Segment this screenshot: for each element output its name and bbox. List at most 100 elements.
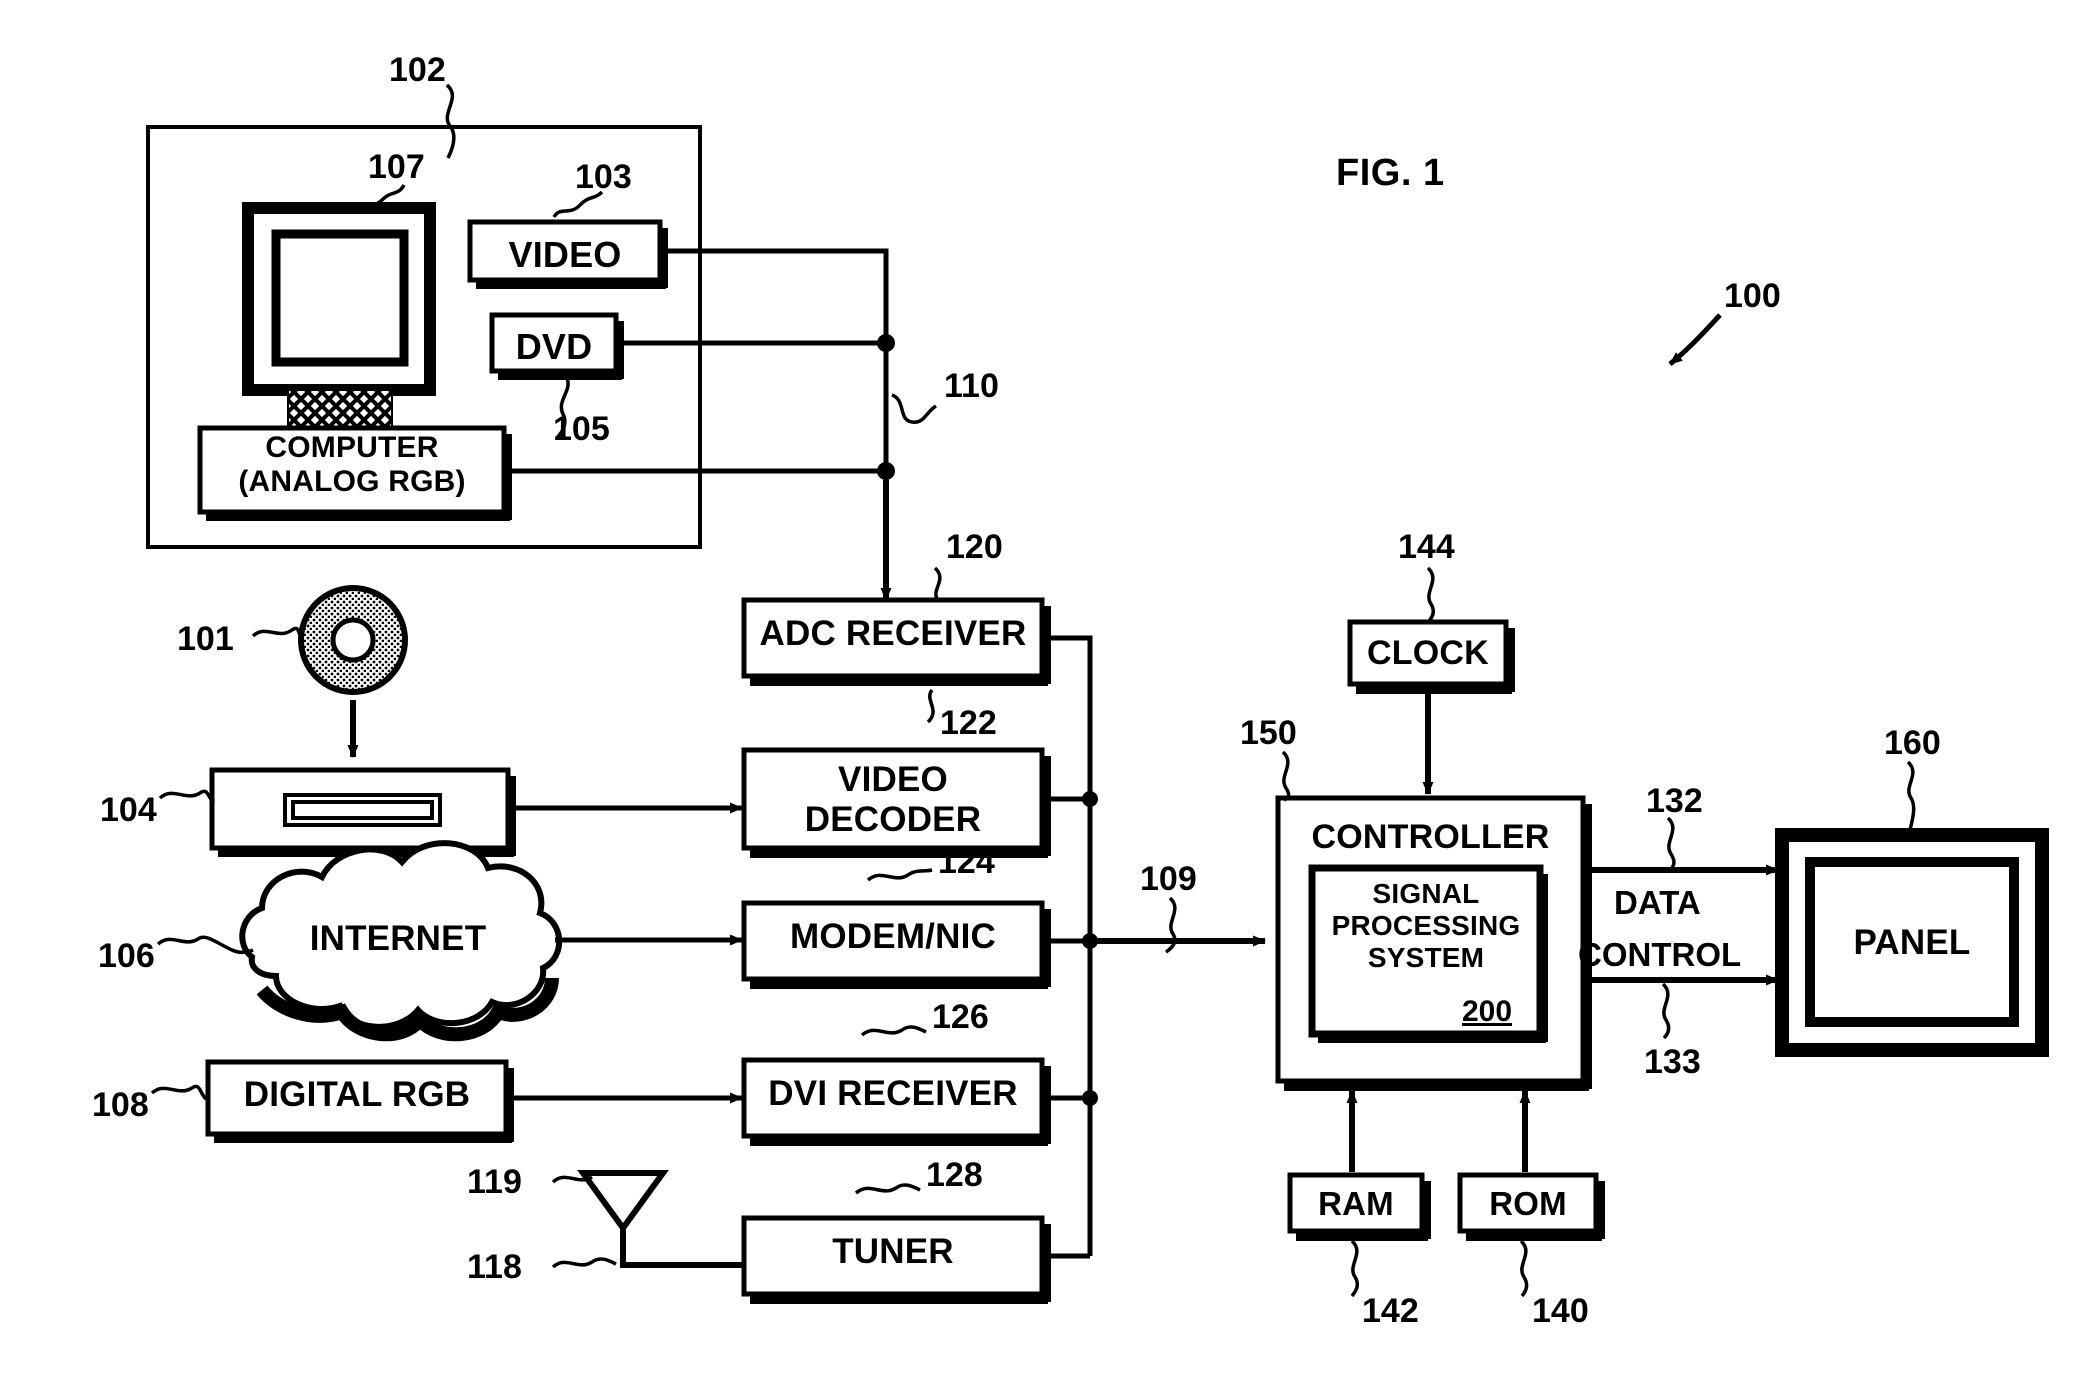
tuner-shadow — [750, 1294, 1048, 1304]
ram-shadow — [1296, 1231, 1428, 1241]
antenna-mast — [620, 1228, 742, 1268]
signal-processing-label: SIGNAL PROCESSING SYSTEM — [1331, 878, 1521, 973]
leader-128 — [854, 1183, 921, 1195]
ref-150: 150 — [1240, 714, 1297, 752]
control-line-label: CONTROL — [1578, 936, 1742, 973]
rom-shadow2 — [1596, 1181, 1605, 1239]
ref-122: 122 — [940, 704, 997, 742]
junction-dot-computer — [877, 462, 895, 480]
video-decoder-label: VIDEO DECODER — [804, 760, 982, 839]
rom-label: ROM — [1489, 1185, 1567, 1222]
ref-108: 108 — [92, 1086, 149, 1124]
dvd-box-shadow — [498, 371, 622, 380]
diagram-vector-layer — [146, 83, 2049, 1304]
ref-142: 142 — [1362, 1292, 1419, 1330]
panel-label: PANEL — [1853, 923, 1971, 962]
leader-110 — [891, 393, 938, 424]
computer-box-shadow — [206, 512, 510, 521]
controller-label: CONTROLLER — [1311, 818, 1550, 856]
leader-150 — [1281, 750, 1291, 802]
video-box-shadow — [476, 280, 666, 289]
ref-102: 102 — [389, 51, 446, 89]
digital-rgb-label: DIGITAL RGB — [243, 1075, 471, 1114]
tuner-shadow2 — [1042, 1224, 1051, 1302]
ref-126: 126 — [932, 998, 989, 1036]
ref-105: 105 — [553, 410, 610, 448]
ref-133: 133 — [1644, 1043, 1701, 1081]
ref-128: 128 — [926, 1156, 983, 1194]
vcr-slot-inner — [291, 800, 434, 820]
dvd-box-shadow2 — [616, 321, 624, 379]
clock-shadow2 — [1506, 628, 1515, 692]
leader-126 — [860, 1025, 927, 1037]
ref-144: 144 — [1398, 528, 1455, 566]
ref-132: 132 — [1646, 782, 1703, 820]
monitor-screen — [271, 229, 409, 367]
leader-106 — [156, 935, 254, 955]
adc-out — [1051, 635, 1093, 947]
ref-109: 109 — [1140, 860, 1197, 898]
dvi-out — [1051, 941, 1093, 1101]
modem-nic-label: MODEM/NIC — [790, 917, 996, 956]
leader-122 — [926, 688, 935, 724]
leader-108 — [150, 1084, 208, 1101]
patent-figure-1: FIG. 1 100 102 107 103 105 110 VIDEO DVD… — [0, 0, 2074, 1392]
ref-200: 200 — [1462, 995, 1513, 1028]
video-box-shadow2 — [660, 228, 668, 288]
ref-104: 104 — [100, 791, 157, 829]
rom-shadow — [1466, 1231, 1602, 1241]
video-block-label: VIDEO — [508, 234, 622, 275]
vcr-box-shadow2 — [508, 776, 516, 856]
leader-140 — [1519, 1239, 1529, 1298]
adc-receiver-shadow2 — [1042, 606, 1051, 684]
leader-144 — [1426, 566, 1436, 624]
leader-160 — [1906, 760, 1916, 831]
modem-nic-shadow2 — [1042, 909, 1051, 987]
adc-receiver-shadow — [750, 676, 1048, 686]
leader-133 — [1661, 982, 1671, 1040]
system-100-arrow — [1668, 313, 1722, 366]
clock-label: CLOCK — [1367, 634, 1489, 672]
ref-101: 101 — [177, 620, 234, 658]
video-decoder-shadow — [750, 848, 1048, 858]
ref-100: 100 — [1724, 277, 1781, 315]
dvi-receiver-label: DVI RECEIVER — [768, 1074, 1018, 1113]
ref-119: 119 — [467, 1163, 522, 1201]
signal-processing-shadow2 — [1540, 874, 1548, 1042]
clock-shadow — [1356, 684, 1512, 694]
ram-label: RAM — [1318, 1185, 1394, 1222]
adc-receiver-label: ADC RECEIVER — [759, 614, 1027, 653]
leader-118 — [551, 1257, 617, 1269]
leader-101 — [251, 626, 305, 643]
bus-dot-vdec — [1082, 791, 1098, 807]
junction-dot-dvd — [877, 334, 895, 352]
leader-120 — [933, 566, 942, 602]
ref-107: 107 — [368, 148, 425, 186]
digital-rgb-shadow — [214, 1134, 512, 1143]
video-decoder-shadow2 — [1042, 756, 1051, 856]
antenna-dipole — [577, 1170, 669, 1234]
leader-104 — [158, 789, 216, 805]
ref-106: 106 — [98, 937, 155, 975]
controller-shadow — [1284, 1081, 1589, 1091]
internet-label: INTERNET — [309, 919, 487, 958]
digital-rgb-shadow2 — [506, 1068, 514, 1142]
dvi-receiver-shadow — [750, 1136, 1048, 1146]
figure-title: FIG. 1 — [1336, 152, 1445, 194]
ref-120: 120 — [946, 528, 1003, 566]
ref-140: 140 — [1532, 1292, 1589, 1330]
modem-nic-shadow — [750, 979, 1048, 989]
tuner-label: TUNER — [832, 1232, 954, 1271]
dvi-receiver-shadow2 — [1042, 1066, 1051, 1144]
ref-103: 103 — [575, 158, 632, 196]
leader-124 — [866, 868, 933, 882]
signal-processing-shadow — [1318, 1034, 1546, 1043]
disc-hole — [330, 617, 376, 663]
ref-124: 124 — [938, 843, 995, 881]
dvd-block-label: DVD — [515, 326, 593, 367]
ref-118: 118 — [467, 1248, 522, 1286]
ref-110: 110 — [944, 367, 999, 405]
leader-132 — [1666, 816, 1676, 872]
data-line-label: DATA — [1614, 884, 1701, 921]
leader-119 — [551, 1175, 593, 1184]
